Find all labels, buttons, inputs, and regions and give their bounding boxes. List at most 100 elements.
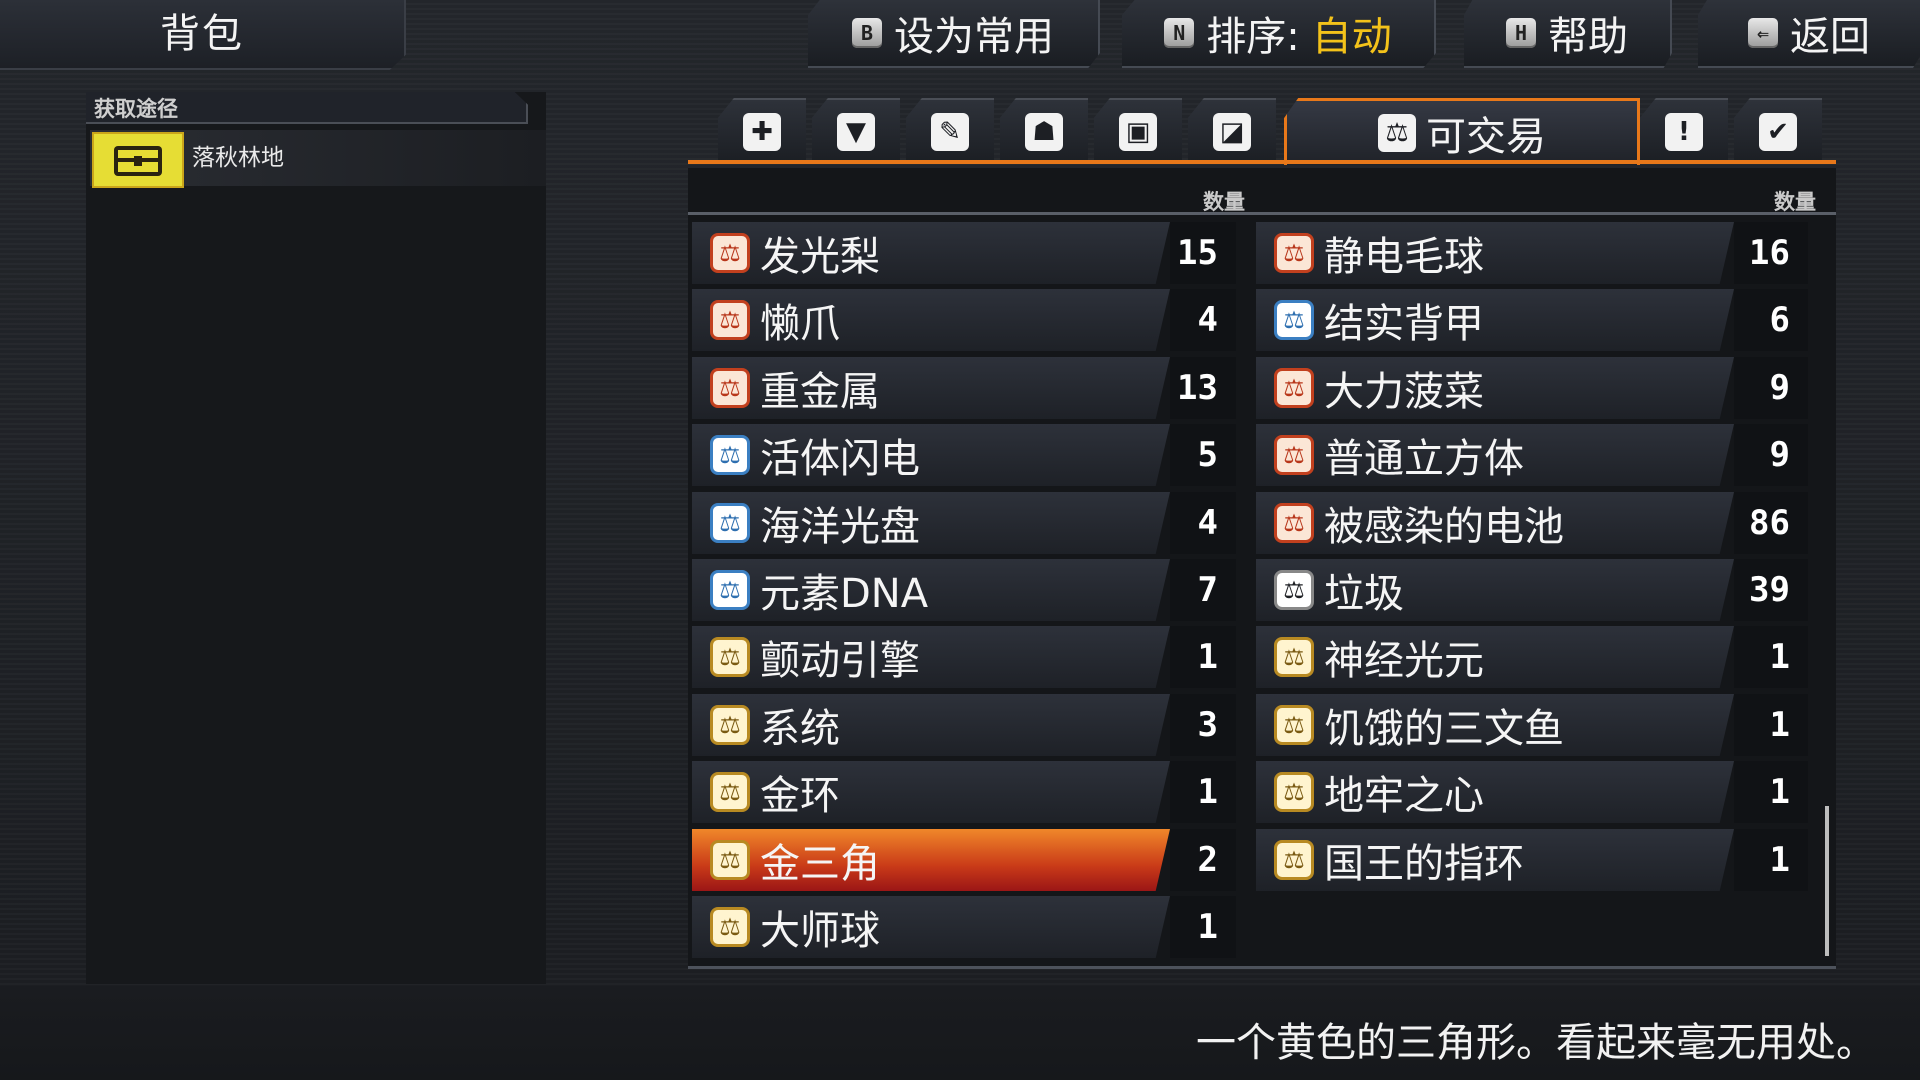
item-name: 大师球 [760, 908, 880, 954]
trade-icon: ⚖ [710, 772, 750, 812]
trade-icon: ⚖ [1274, 772, 1314, 812]
tab-medicine[interactable]: ▼ [812, 98, 900, 164]
armor-icon: ▣ [1119, 113, 1157, 151]
item-name: 金环 [760, 773, 840, 819]
plus-icon: ✚ [743, 113, 781, 151]
check-icon: ✔ [1759, 113, 1797, 151]
tab-feather[interactable]: ✎ [906, 98, 994, 164]
item-count: 9 [1734, 357, 1808, 419]
list-item[interactable]: ⚖ 地牢之心 1 [1256, 761, 1808, 823]
item-count: 4 [1170, 492, 1236, 554]
tab-card[interactable]: ◪ [1188, 98, 1276, 164]
sort-value: 自动 [1311, 14, 1392, 60]
list-item[interactable]: ⚖ 神经光元 1 [1256, 626, 1808, 688]
list-item[interactable]: ⚖ 被感染的电池 86 [1256, 492, 1808, 554]
b-key-icon: B [852, 18, 882, 48]
list-item[interactable]: ⚖ 懒爪 4 [692, 289, 1236, 351]
tab-general[interactable]: ✚ [718, 98, 806, 164]
item-name: 元素DNA [760, 571, 929, 617]
trade-icon: ⚖ [710, 435, 750, 475]
tab-tradeable[interactable]: ⚖ 可交易 [1284, 98, 1640, 165]
item-name: 结实背甲 [1324, 301, 1484, 347]
help-button[interactable]: H 帮助 [1464, 0, 1672, 68]
item-name-cell: ⚖ 静电毛球 [1256, 222, 1734, 284]
item-description: 一个黄色的三角形。看起来毫无用处。 [1196, 1020, 1876, 1066]
trade-icon: ⚖ [1274, 233, 1314, 273]
list-item[interactable]: ⚖ 海洋光盘 4 [692, 492, 1236, 554]
item-name-cell: ⚖ 金环 [692, 761, 1170, 823]
trade-icon: ⚖ [1274, 637, 1314, 677]
item-name-cell: ⚖ 结实背甲 [1256, 289, 1734, 351]
source-header: 获取途径 [94, 97, 178, 121]
trade-icon: ⚖ [1274, 503, 1314, 543]
trade-icon: ⚖ [1274, 300, 1314, 340]
sort-button[interactable]: N 排序: 自动 [1122, 0, 1436, 68]
item-name: 大力菠菜 [1324, 369, 1484, 415]
right-count-header: 数量 [1774, 190, 1816, 214]
list-item[interactable]: ⚖ 大力菠菜 9 [1256, 357, 1808, 419]
item-count: 9 [1734, 424, 1808, 486]
set-favorite-label: 设为常用 [894, 14, 1054, 60]
list-item[interactable]: ⚖ 静电毛球 16 [1256, 222, 1808, 284]
tab-check[interactable]: ✔ [1734, 98, 1822, 164]
item-count: 4 [1170, 289, 1236, 351]
item-name-cell: ⚖ 海洋光盘 [692, 492, 1170, 554]
list-item[interactable]: ⚖ 发光梨 15 [692, 222, 1236, 284]
list-item[interactable]: ⚖ 结实背甲 6 [1256, 289, 1808, 351]
tab-helmet[interactable]: ☗ [1000, 98, 1088, 164]
item-name-cell: ⚖ 重金属 [692, 357, 1170, 419]
item-count: 16 [1734, 222, 1808, 284]
item-count: 1 [1170, 626, 1236, 688]
item-name: 饥饿的三文鱼 [1324, 706, 1564, 752]
item-name: 颤动引擎 [760, 638, 920, 684]
chest-icon [92, 132, 184, 188]
potion-icon: ▼ [837, 113, 875, 151]
trade-icon: ⚖ [710, 300, 750, 340]
item-count: 39 [1734, 559, 1808, 621]
helmet-icon: ☗ [1025, 113, 1063, 151]
tab-armor[interactable]: ▣ [1094, 98, 1182, 164]
tab-key-items[interactable]: ǃ [1640, 98, 1728, 164]
back-key-icon: ⇐ [1748, 18, 1778, 48]
list-item[interactable]: ⚖ 活体闪电 5 [692, 424, 1236, 486]
list-item[interactable]: ⚖ 普通立方体 9 [1256, 424, 1808, 486]
list-item[interactable]: ⚖ 金环 1 [692, 761, 1236, 823]
list-item[interactable]: ⚖ 颤动引擎 1 [692, 626, 1236, 688]
item-count: 3 [1170, 694, 1236, 756]
list-item[interactable]: ⚖ 国王的指环 1 [1256, 829, 1808, 891]
item-name: 神经光元 [1324, 638, 1484, 684]
item-name-cell: ⚖ 神经光元 [1256, 626, 1734, 688]
tab-tradeable-label: 可交易 [1426, 114, 1546, 160]
item-count: 1 [1734, 829, 1808, 891]
trade-icon: ⚖ [710, 637, 750, 677]
list-item[interactable]: ⚖ 系统 3 [692, 694, 1236, 756]
item-count: 86 [1734, 492, 1808, 554]
trade-icon: ⚖ [1274, 840, 1314, 880]
back-button[interactable]: ⇐ 返回 [1698, 0, 1920, 68]
item-name: 重金属 [760, 369, 880, 415]
item-name: 海洋光盘 [760, 504, 920, 550]
item-name: 金三角 [760, 841, 880, 887]
list-item[interactable]: ⚖ 重金属 13 [692, 357, 1236, 419]
item-name: 地牢之心 [1324, 773, 1484, 819]
item-count: 2 [1170, 829, 1236, 891]
key-item-icon: ǃ [1665, 113, 1703, 151]
list-item[interactable]: ⚖ 元素DNA 7 [692, 559, 1236, 621]
item-name-cell: ⚖ 大师球 [692, 896, 1170, 958]
card-icon: ◪ [1213, 113, 1251, 151]
item-name: 发光梨 [760, 234, 880, 280]
list-item[interactable]: ⚖ 饥饿的三文鱼 1 [1256, 694, 1808, 756]
set-favorite-button[interactable]: B 设为常用 [808, 0, 1100, 68]
item-name: 垃圾 [1324, 571, 1404, 617]
item-name-cell: ⚖ 颤动引擎 [692, 626, 1170, 688]
list-item[interactable]: ⚖ 金三角 2 [692, 829, 1236, 891]
item-count: 15 [1170, 222, 1236, 284]
n-key-icon: N [1164, 18, 1195, 48]
item-name-cell: ⚖ 地牢之心 [1256, 761, 1734, 823]
list-item[interactable]: ⚖ 大师球 1 [692, 896, 1236, 958]
trade-icon: ⚖ [710, 570, 750, 610]
sort-label: 排序: [1206, 14, 1300, 60]
scrollbar[interactable] [1825, 806, 1829, 956]
list-item[interactable]: ⚖ 垃圾 39 [1256, 559, 1808, 621]
item-name-cell: ⚖ 国王的指环 [1256, 829, 1734, 891]
